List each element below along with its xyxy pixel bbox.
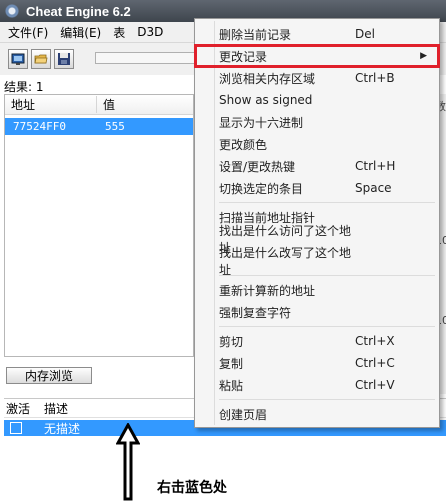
menu-item-shortcut: Ctrl+H bbox=[355, 159, 396, 173]
menu-item-label: 更改记录 bbox=[219, 49, 268, 64]
found-label: 结果: bbox=[4, 80, 33, 94]
result-value: 555 bbox=[105, 120, 125, 133]
menu-item-label: 删除当前记录 bbox=[219, 27, 292, 42]
context-menu-item[interactable]: 剪切 Ctrl+X bbox=[195, 330, 439, 352]
cheat-engine-logo-icon bbox=[4, 3, 20, 19]
context-menu-item[interactable]: 强制复查字符 bbox=[195, 301, 439, 323]
menu-item-label: 粘贴 bbox=[219, 378, 244, 393]
submenu-arrow-icon: ▶ bbox=[420, 51, 427, 61]
menu-separator bbox=[219, 326, 435, 327]
memory-view-button[interactable]: 内存浏览 bbox=[6, 367, 92, 384]
menu-item-label: 切换选定的条目 bbox=[219, 181, 304, 196]
menu-file[interactable]: 文件(F) bbox=[8, 24, 48, 41]
scan-results-list: 地址 值 77524FF0 555 bbox=[4, 94, 194, 357]
open-file-button[interactable] bbox=[31, 49, 51, 69]
menu-item-label: 设置/更改热键 bbox=[219, 159, 296, 174]
process-progress-bar bbox=[95, 52, 195, 64]
annotation-arrow-icon bbox=[116, 423, 140, 501]
context-menu: 删除当前记录 Del 更改记录 ▶ 浏览相关内存区域 Ctrl+B Show as sign… bbox=[194, 18, 440, 428]
menu-table[interactable]: 表 bbox=[113, 24, 125, 41]
menu-item-label: Show as signed bbox=[219, 93, 313, 107]
menu-separator bbox=[219, 202, 435, 203]
context-menu-item[interactable]: Show as signed bbox=[195, 89, 439, 111]
menu-item-shortcut: Ctrl+V bbox=[355, 378, 395, 392]
context-menu-item[interactable]: 更改颜色 bbox=[195, 133, 439, 155]
menu-item-label: 更改颜色 bbox=[219, 137, 268, 152]
menu-separator bbox=[219, 399, 435, 400]
results-header: 地址 值 bbox=[5, 95, 193, 115]
column-address[interactable]: 地址 bbox=[5, 96, 97, 113]
menu-item-label: 浏览相关内存区域 bbox=[219, 71, 316, 86]
menu-item-shortcut: Ctrl+X bbox=[355, 334, 395, 348]
cheat-description: 无描述 bbox=[44, 421, 81, 436]
process-select-button[interactable] bbox=[8, 49, 28, 69]
context-menu-item[interactable]: 设置/更改热键 Ctrl+H bbox=[195, 155, 439, 177]
context-menu-item[interactable]: 更改记录 ▶ bbox=[194, 44, 440, 68]
annotation-caption: 右击蓝色处 bbox=[157, 480, 227, 496]
open-folder-icon bbox=[34, 54, 48, 64]
menu-item-shortcut: Space bbox=[355, 181, 392, 195]
context-menu-item[interactable]: 切换选定的条目 Space bbox=[195, 177, 439, 199]
menu-item-shortcut: Ctrl+C bbox=[355, 356, 395, 370]
menu-item-label: 重新计算新的地址 bbox=[219, 283, 316, 298]
column-description[interactable]: 描述 bbox=[44, 400, 68, 417]
result-address: 77524FF0 bbox=[13, 120, 66, 133]
column-value[interactable]: 值 bbox=[97, 96, 115, 113]
menu-item-label: 剪切 bbox=[219, 334, 244, 349]
menu-edit[interactable]: 编辑(E) bbox=[60, 24, 101, 41]
process-select-icon bbox=[11, 53, 25, 65]
save-icon bbox=[58, 53, 70, 65]
context-menu-item[interactable]: 显示为十六进制 bbox=[195, 111, 439, 133]
active-checkbox[interactable] bbox=[10, 422, 22, 434]
menu-item-label: 显示为十六进制 bbox=[219, 115, 304, 130]
window-title: Cheat Engine 6.2 bbox=[26, 3, 131, 19]
menu-item-label: 复制 bbox=[219, 356, 244, 371]
menu-item-shortcut: Ctrl+B bbox=[355, 71, 395, 85]
context-menu-item[interactable]: 找出是什么改写了这个地址 bbox=[195, 246, 439, 277]
result-row[interactable]: 77524FF0 555 bbox=[5, 118, 193, 135]
context-menu-item[interactable]: 创建页眉 bbox=[195, 403, 439, 425]
found-value: 1 bbox=[35, 80, 44, 94]
menu-item-label: 强制复查字符 bbox=[219, 305, 292, 320]
menu-item-shortcut: Del bbox=[355, 27, 375, 41]
context-menu-item[interactable]: 粘贴 Ctrl+V bbox=[195, 374, 439, 396]
found-count: 结果: 1 bbox=[4, 78, 44, 95]
menu-d3d[interactable]: D3D bbox=[137, 25, 163, 39]
context-menu-item[interactable]: 重新计算新的地址 bbox=[195, 279, 439, 301]
menu-item-label: 创建页眉 bbox=[219, 407, 268, 422]
column-active[interactable]: 激活 bbox=[4, 400, 44, 417]
context-menu-item[interactable]: 删除当前记录 Del bbox=[195, 23, 439, 45]
save-file-button[interactable] bbox=[54, 49, 74, 69]
context-menu-item[interactable]: 复制 Ctrl+C bbox=[195, 352, 439, 374]
menu-item-label: 找出是什么改写了这个地址 bbox=[219, 246, 352, 277]
context-menu-item[interactable]: 浏览相关内存区域 Ctrl+B bbox=[195, 67, 439, 89]
